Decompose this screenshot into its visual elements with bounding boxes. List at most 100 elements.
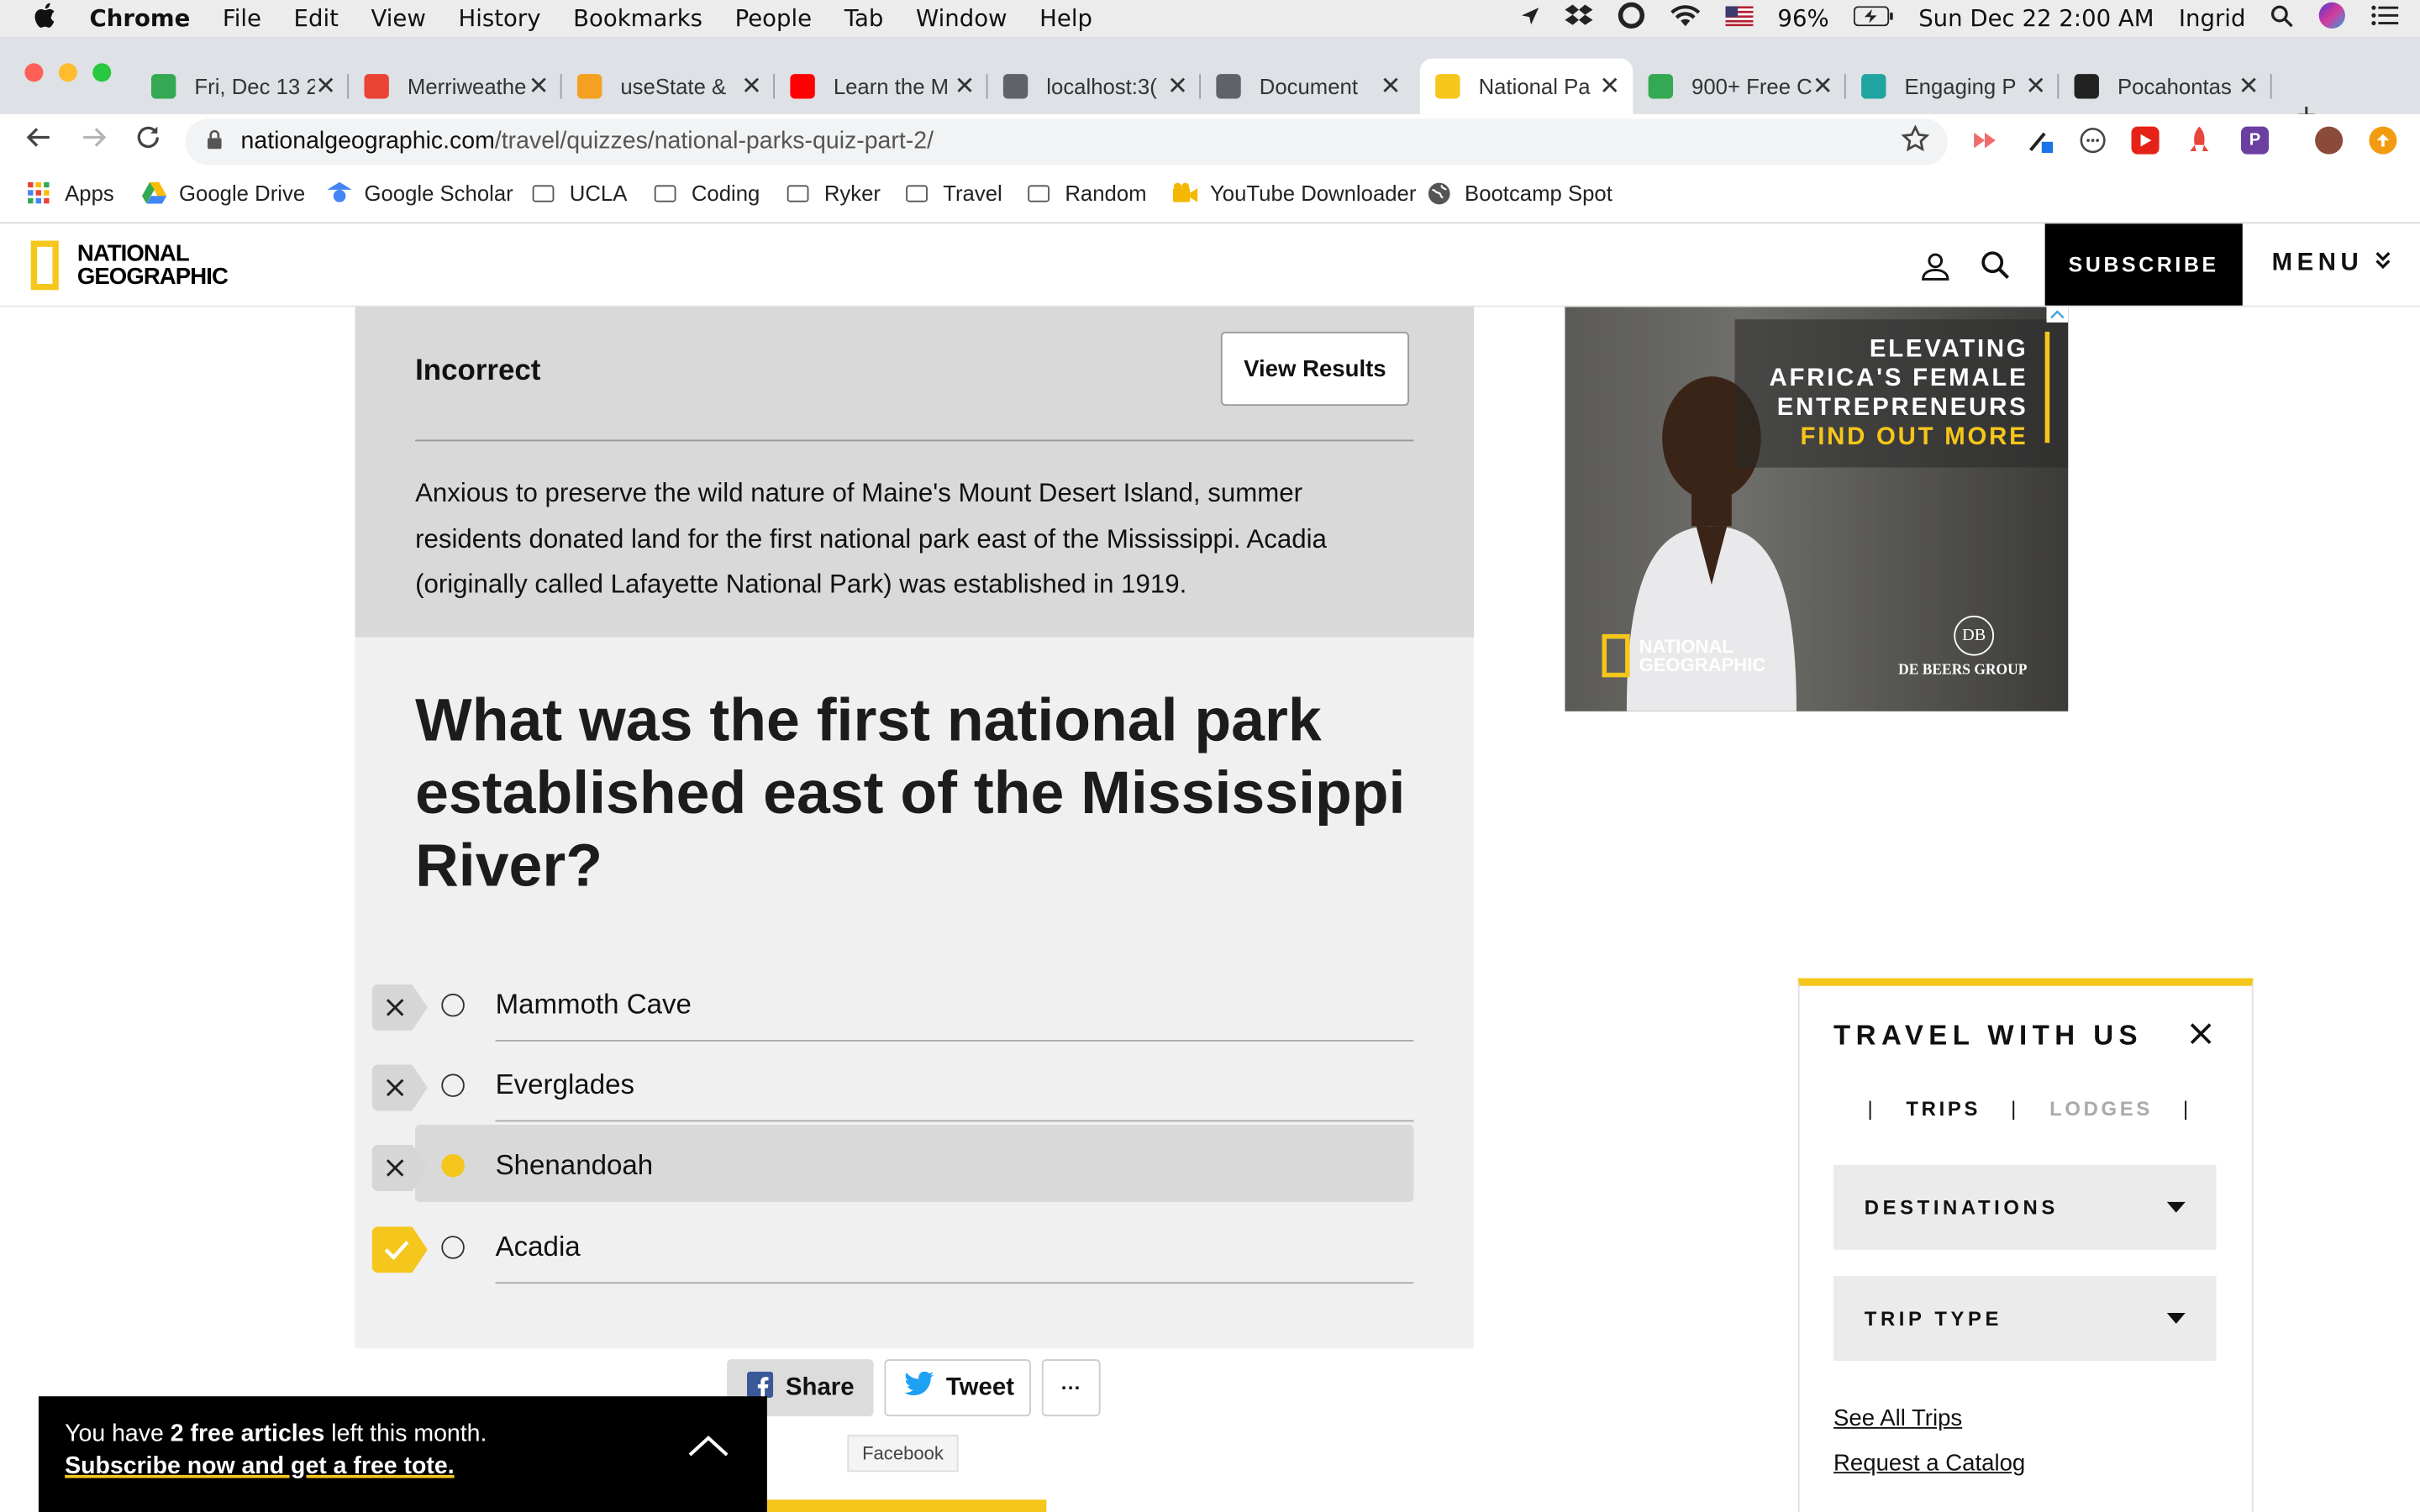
answer-option[interactable]: Mammoth Cave [355,961,1474,1042]
tab-lodges[interactable]: LODGES [2049,1097,2153,1121]
ad-choices-icon[interactable] [2046,307,2069,323]
window-close-button[interactable] [24,63,44,82]
tab-2[interactable]: useState & ✕ [562,59,776,114]
menu-people[interactable]: People [735,5,813,33]
radio-button[interactable] [441,993,465,1017]
radio-selected[interactable] [441,1153,465,1178]
apple-icon[interactable] [34,3,65,34]
close-icon[interactable] [2190,1014,2212,1054]
radio-button[interactable] [441,1074,465,1097]
tab-7[interactable]: 900+ Free C ✕ [1633,59,1846,114]
tab-4[interactable]: localhost:3(✕ [988,59,1201,114]
bookmark-star-icon[interactable] [1901,124,1930,162]
natgeo-logo-frame[interactable] [30,240,59,291]
eyedropper-extension-icon[interactable] [2026,126,2054,155]
menu-button[interactable]: MENU [2272,250,2391,278]
tab-0[interactable]: Fri, Dec 13 2 ✕ [136,59,350,114]
answer-option[interactable]: Shenandoah [355,1121,1474,1202]
spotlight-search-icon[interactable] [2270,4,2294,34]
update-extension-icon[interactable] [2369,126,2397,155]
subscribe-button[interactable]: SUBSCRIBE [2044,223,2243,306]
window-zoom-button[interactable] [92,63,112,82]
code-extension-icon[interactable] [2079,126,2107,155]
reload-icon[interactable] [134,123,162,159]
menu-view[interactable]: View [371,5,426,33]
menu-edit[interactable]: Edit [294,5,339,33]
request-catalog-link[interactable]: Request a Catalog [1833,1451,2025,1477]
tab-trips[interactable]: TRIPS [1906,1097,1981,1121]
trip-type-dropdown[interactable]: TRIP TYPE [1833,1275,2217,1361]
destinations-dropdown[interactable]: DESTINATIONS [1833,1164,2217,1250]
profile-avatar-icon[interactable] [2315,126,2344,155]
forward-arrow-icon[interactable] [81,123,108,159]
menu-file[interactable]: File [223,5,261,33]
menu-tab[interactable]: Tab [844,5,884,33]
notification-center-icon[interactable] [2370,5,2399,33]
bookmark-folder-travel[interactable]: Travel [906,181,1002,205]
chevron-up-icon[interactable] [687,1433,729,1466]
bookmark-youtube-downloader[interactable]: YouTube Downloader [1172,181,1416,205]
menu-bookmarks[interactable]: Bookmarks [573,5,702,33]
cast-extension-icon[interactable] [1970,126,1999,155]
dropbox-icon[interactable] [1564,3,1593,34]
window-minimize-button[interactable] [58,63,77,82]
tab-close-icon[interactable]: ✕ [954,71,976,102]
youtube-extension-icon[interactable] [2131,126,2160,155]
p-extension-icon[interactable]: P [2240,126,2269,155]
tab-close-icon[interactable]: ✕ [2238,71,2260,102]
tweet-button[interactable]: Tweet [884,1359,1031,1417]
tab-6[interactable]: National Pa ✕ [1419,58,1634,114]
more-share-button[interactable]: ··· [1041,1359,1101,1417]
tab-5[interactable]: Document ✕ [1201,59,1413,114]
tab-close-icon[interactable]: ✕ [741,71,763,102]
lock-icon[interactable] [207,129,222,154]
address-bar[interactable]: nationalgeographic.com/travel/quizzes/na… [185,118,1948,165]
siri-icon[interactable] [2318,2,2346,35]
account-icon[interactable] [1920,251,1951,290]
bookmark-apps[interactable]: Apps [28,181,114,205]
bookmark-folder-ryker[interactable]: Ryker [786,181,881,205]
answer-option[interactable]: Everglades [355,1042,1474,1122]
bookmark-bootcamp-spot[interactable]: Bootcamp Spot [1428,181,1612,205]
answer-label: Shenandoah [495,1149,654,1181]
tab-close-icon[interactable]: ✕ [1812,71,1833,102]
tab-9[interactable]: Pocahontas ✕ [2059,59,2272,114]
see-all-trips-link[interactable]: See All Trips [1833,1405,1962,1431]
menu-help[interactable]: Help [1039,5,1092,33]
ad-cta[interactable]: FIND OUT MORE [1770,423,2028,452]
menu-history[interactable]: History [458,5,540,33]
menubar-user[interactable]: Ingrid [2179,5,2246,33]
menubar-clock[interactable]: Sun Dec 22 2:00 AM [1918,5,2154,33]
bookmark-folder-random[interactable]: Random [1028,181,1147,205]
us-flag-icon[interactable] [1724,5,1754,33]
radio-button[interactable] [441,1236,465,1259]
tab-close-icon[interactable]: ✕ [2025,71,2047,102]
advertisement-banner[interactable]: ELEVATING AFRICA'S FEMALE ENTREPRENEURS … [1565,307,2069,711]
location-arrow-icon[interactable] [1520,5,1540,33]
menu-window[interactable]: Window [916,5,1007,33]
wifi-icon[interactable] [1670,4,1701,34]
subscribe-tote-link[interactable]: Subscribe now and get a free tote. [65,1453,455,1481]
rocket-extension-icon[interactable] [2185,126,2213,155]
tab-close-icon[interactable]: ✕ [1167,71,1189,102]
search-icon[interactable] [1981,250,2012,289]
back-arrow-icon[interactable] [24,123,52,159]
bookmark-folder-ucla[interactable]: UCLA [532,181,627,205]
tab-close-icon[interactable]: ✕ [1599,71,1621,102]
circle-app-icon[interactable] [1617,2,1644,35]
bookmark-folder-coding[interactable]: Coding [654,181,760,205]
battery-charging-icon[interactable] [1854,5,1894,33]
tab-close-icon[interactable]: ✕ [315,71,337,102]
natgeo-logo-text[interactable]: NATIONAL GEOGRAPHIC [77,242,229,288]
tab-1[interactable]: Merriweathe ✕ [349,59,562,114]
bookmark-google-scholar[interactable]: Google Scholar [327,181,513,205]
menu-app-name[interactable]: Chrome [90,5,191,33]
bookmark-google-drive[interactable]: Google Drive [141,181,305,205]
tab-close-icon[interactable]: ✕ [1380,71,1402,102]
tab-8[interactable]: Engaging P ✕ [1846,59,2060,114]
chevron-double-down-icon [2375,250,2390,276]
answer-option[interactable]: Acadia [355,1204,1474,1284]
view-results-button[interactable]: View Results [1220,331,1409,407]
tab-3[interactable]: Learn the M ✕ [775,59,988,114]
tab-close-icon[interactable]: ✕ [528,71,550,102]
